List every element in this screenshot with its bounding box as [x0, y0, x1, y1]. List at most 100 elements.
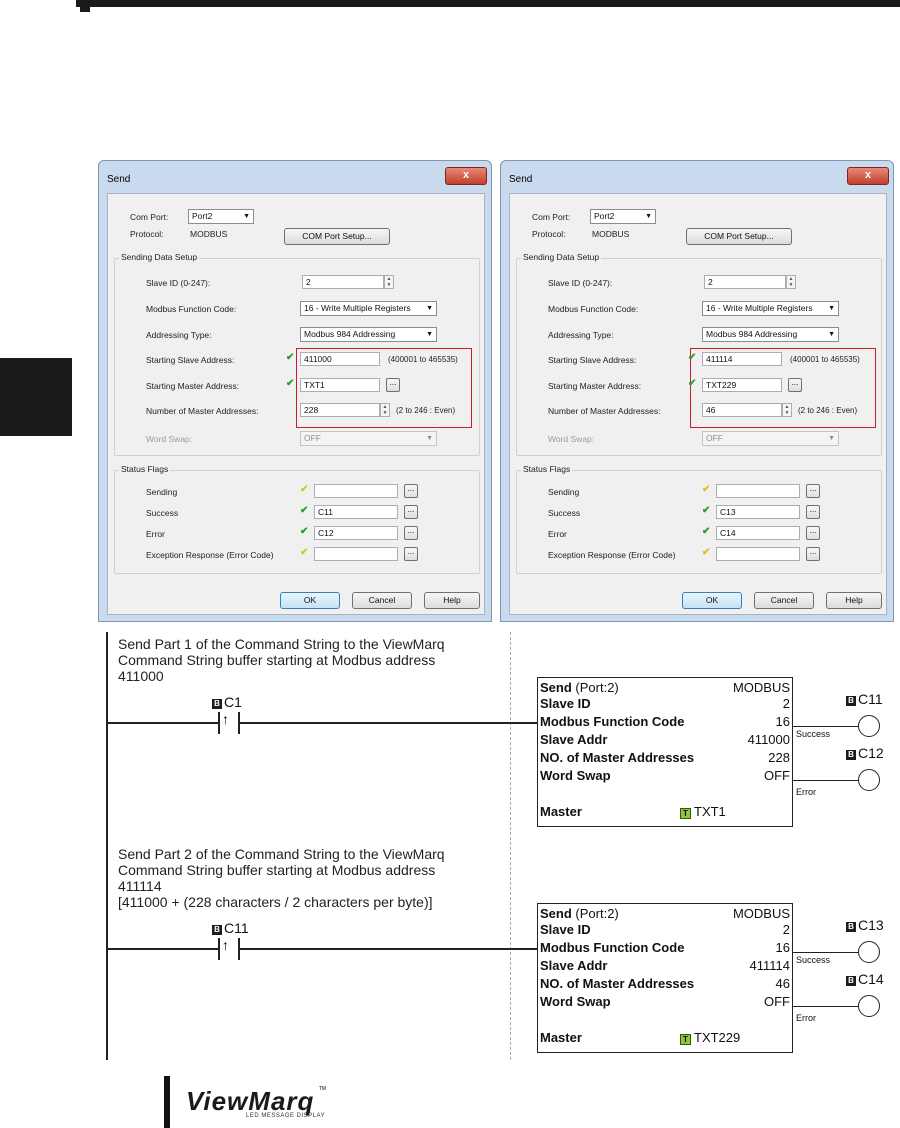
starting-master-address-input[interactable]: TXT229	[702, 378, 782, 392]
error-coil[interactable]	[858, 769, 880, 791]
send-instruction-block[interactable]: Send (Port:2) MODBUS Slave ID 2 Modbus Fun…	[537, 677, 793, 827]
footer-bar	[164, 1076, 170, 1128]
success-flag-label: Success	[548, 508, 581, 518]
word-swap-select[interactable]: OFF ▼	[300, 431, 437, 446]
slave-id-spinner[interactable]: ▲ ▼	[786, 275, 796, 289]
slave-id-input[interactable]: 2	[704, 275, 786, 289]
protocol-value: MODBUS	[592, 229, 630, 239]
error-coil[interactable]	[858, 995, 880, 1017]
chapter-side-tab	[0, 358, 72, 436]
master-value-wrap: T TXT1	[680, 804, 726, 819]
master-count-value: 228	[768, 750, 790, 765]
com-port-label: Com Port:	[130, 212, 169, 222]
addressing-type-value: Modbus 984 Addressing	[706, 329, 798, 339]
starting-slave-address-range: (400001 to 465535)	[388, 355, 458, 364]
com-port-select[interactable]: Port2 ▼	[188, 209, 254, 224]
master-label: Master	[540, 804, 582, 819]
error-flag-input[interactable]: C14	[716, 526, 800, 540]
success-coil[interactable]	[858, 941, 880, 963]
chevron-down-icon: ▼	[645, 213, 652, 220]
contact-left	[218, 938, 220, 960]
text-register-icon: T	[680, 1034, 691, 1045]
starting-slave-address-input[interactable]: 411114	[702, 352, 782, 366]
slave-id-input[interactable]: 2	[302, 275, 384, 289]
sending-flag-input[interactable]	[314, 484, 398, 498]
ok-button[interactable]: OK	[280, 592, 340, 609]
group-title: Sending Data Setup	[521, 252, 602, 262]
check-icon: ✔	[300, 484, 309, 495]
word-swap-select[interactable]: OFF ▼	[702, 431, 839, 446]
dialog-title: Send	[107, 174, 131, 185]
logo-tagline: LED MESSAGE DISPLAY	[246, 1113, 326, 1119]
word-swap-label: Word Swap	[540, 994, 611, 1009]
slave-id-label: Slave ID	[540, 696, 591, 711]
starting-master-address-label: Starting Master Address:	[548, 381, 642, 391]
exception-response-label: Exception Response (Error Code)	[548, 550, 676, 560]
browse-master-address-button[interactable]: ...	[788, 378, 802, 392]
send-instruction-block[interactable]: Send (Port:2) MODBUS Slave ID 2 Modbus Fun…	[537, 903, 793, 1053]
rung-comment: Send Part 1 of the Command String to the…	[118, 636, 445, 684]
function-code-select[interactable]: 16 - Write Multiple Registers ▼	[702, 301, 839, 316]
starting-slave-address-label: Starting Slave Address:	[548, 355, 637, 365]
exception-response-input[interactable]	[716, 547, 800, 561]
protocol-label: Protocol:	[532, 229, 566, 239]
error-flag-input[interactable]: C12	[314, 526, 398, 540]
success-flag-input[interactable]: C13	[716, 505, 800, 519]
dialog-body: Com Port: Port2 ▼ Protocol: MODBUS COM Po…	[107, 193, 485, 615]
success-coil-tag: B C11	[846, 691, 883, 707]
function-code-label: Modbus Function Code:	[146, 304, 237, 314]
slave-id-label: Slave ID (0-247):	[548, 278, 613, 288]
contact-tag: B C1	[212, 694, 242, 710]
number-of-master-addresses-input[interactable]: 46	[702, 403, 782, 417]
browse-success-button[interactable]: ...	[404, 505, 418, 519]
block-port: (Port:2)	[575, 906, 619, 921]
com-port-select[interactable]: Port2 ▼	[590, 209, 656, 224]
exception-response-input[interactable]	[314, 547, 398, 561]
success-wire	[793, 952, 859, 953]
starting-master-address-input[interactable]: TXT1	[300, 378, 380, 392]
cancel-button[interactable]: Cancel	[352, 592, 412, 609]
function-code-value: 16	[775, 940, 790, 955]
close-button[interactable]: x	[847, 167, 889, 185]
send-dialog: Send x Com Port: Port2 ▼ Protocol: MODBUS…	[500, 160, 894, 622]
close-button[interactable]: x	[445, 167, 487, 185]
function-code-select[interactable]: 16 - Write Multiple Registers ▼	[300, 301, 437, 316]
check-icon: ✔	[286, 352, 295, 363]
number-of-master-addresses-input[interactable]: 228	[300, 403, 380, 417]
slave-addr-value: 411114	[749, 958, 791, 973]
browse-success-button[interactable]: ...	[806, 505, 820, 519]
addressing-type-select[interactable]: Modbus 984 Addressing ▼	[702, 327, 839, 342]
word-swap-value: OFF	[764, 994, 790, 1009]
close-icon: x	[864, 169, 872, 181]
number-spinner[interactable]: ▲ ▼	[380, 403, 390, 417]
send-dialog: Send x Com Port: Port2 ▼ Protocol: MODBUS…	[98, 160, 492, 622]
starting-slave-address-label: Starting Slave Address:	[146, 355, 235, 365]
word-swap-label: Word Swap	[540, 768, 611, 783]
sending-flag-input[interactable]	[716, 484, 800, 498]
browse-error-button[interactable]: ...	[806, 526, 820, 540]
browse-error-button[interactable]: ...	[404, 526, 418, 540]
text-register-icon: T	[680, 808, 691, 819]
error-coil-tag: B C14	[846, 971, 884, 987]
positive-edge-contact[interactable]: ↑	[222, 711, 229, 727]
success-flag-input[interactable]: C11	[314, 505, 398, 519]
ok-button[interactable]: OK	[682, 592, 742, 609]
browse-master-address-button[interactable]: ...	[386, 378, 400, 392]
addressing-type-select[interactable]: Modbus 984 Addressing ▼	[300, 327, 437, 342]
block-title: Send	[540, 906, 572, 921]
starting-slave-address-input[interactable]: 411000	[300, 352, 380, 366]
cancel-button[interactable]: Cancel	[754, 592, 814, 609]
help-button[interactable]: Help	[826, 592, 882, 609]
browse-exception-button[interactable]: ...	[404, 547, 418, 561]
number-of-master-addresses-label: Number of Master Addresses:	[146, 406, 259, 416]
success-coil[interactable]	[858, 715, 880, 737]
com-port-setup-button[interactable]: COM Port Setup...	[284, 228, 390, 245]
com-port-setup-button[interactable]: COM Port Setup...	[686, 228, 792, 245]
browse-sending-button[interactable]: ...	[404, 484, 418, 498]
number-spinner[interactable]: ▲ ▼	[782, 403, 792, 417]
positive-edge-contact[interactable]: ↑	[222, 937, 229, 953]
slave-id-spinner[interactable]: ▲ ▼	[384, 275, 394, 289]
help-button[interactable]: Help	[424, 592, 480, 609]
browse-exception-button[interactable]: ...	[806, 547, 820, 561]
browse-sending-button[interactable]: ...	[806, 484, 820, 498]
